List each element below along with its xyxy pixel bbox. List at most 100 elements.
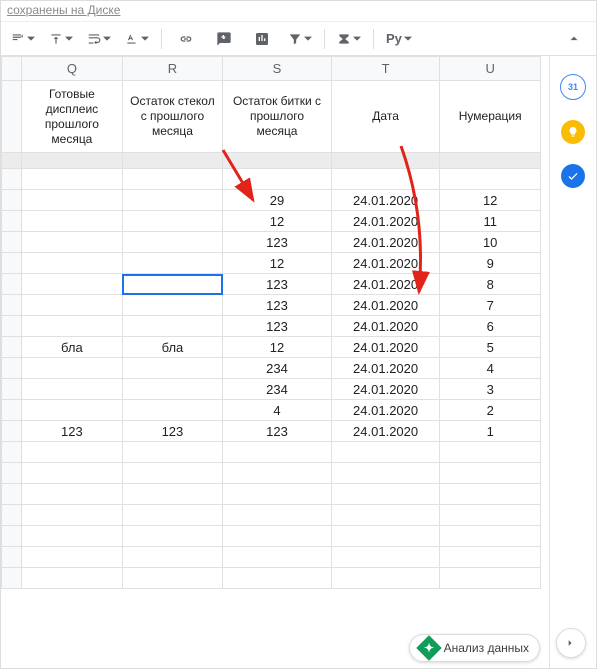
cell[interactable] <box>22 463 123 484</box>
cell-t[interactable]: 24.01.2020 <box>331 358 440 379</box>
keep-icon[interactable] <box>561 120 585 144</box>
cell-s[interactable]: 12 <box>223 253 332 274</box>
save-status[interactable]: сохранены на Диске <box>7 3 120 17</box>
text-wrap-button[interactable] <box>83 26 115 52</box>
row-marker[interactable] <box>2 316 22 337</box>
insert-comment-button[interactable] <box>208 26 240 52</box>
cell-r[interactable] <box>122 253 223 274</box>
cell-t[interactable]: 24.01.2020 <box>331 274 440 295</box>
cell[interactable] <box>331 568 440 589</box>
row-marker[interactable] <box>2 232 22 253</box>
cell-q[interactable] <box>22 358 123 379</box>
cell[interactable] <box>22 484 123 505</box>
cell-s[interactable]: 12 <box>223 211 332 232</box>
cell-s[interactable]: 12 <box>223 337 332 358</box>
col-header-s[interactable]: S <box>223 57 332 81</box>
cell[interactable] <box>331 463 440 484</box>
cell[interactable] <box>223 442 332 463</box>
cell[interactable] <box>331 547 440 568</box>
cell[interactable] <box>440 568 541 589</box>
cell-q[interactable] <box>22 190 123 211</box>
row-marker[interactable] <box>2 169 22 190</box>
cell[interactable] <box>440 442 541 463</box>
row-marker[interactable] <box>2 484 22 505</box>
col-header-u[interactable]: U <box>440 57 541 81</box>
cell[interactable] <box>223 505 332 526</box>
row-marker[interactable] <box>2 337 22 358</box>
row-marker[interactable] <box>2 463 22 484</box>
cell-r[interactable] <box>122 274 223 295</box>
cell-s[interactable]: 123 <box>223 274 332 295</box>
cell-t[interactable]: 24.01.2020 <box>331 316 440 337</box>
cell[interactable] <box>223 568 332 589</box>
row-marker[interactable] <box>2 400 22 421</box>
cell-t[interactable]: 24.01.2020 <box>331 379 440 400</box>
cell-r[interactable] <box>122 169 223 190</box>
cell-t[interactable]: 24.01.2020 <box>331 400 440 421</box>
row-marker[interactable] <box>2 295 22 316</box>
cell-q[interactable] <box>22 295 123 316</box>
cell-u[interactable]: 12 <box>440 190 541 211</box>
cell-u[interactable]: 7 <box>440 295 541 316</box>
text-rotation-button[interactable] <box>121 26 153 52</box>
cell-u[interactable]: 9 <box>440 253 541 274</box>
header-t[interactable]: Дата <box>331 81 440 153</box>
filter-button[interactable] <box>284 26 316 52</box>
cell[interactable] <box>122 463 223 484</box>
cell-u[interactable] <box>440 169 541 190</box>
cell[interactable] <box>22 526 123 547</box>
cell-s[interactable]: 123 <box>223 421 332 442</box>
calendar-icon[interactable]: 31 <box>560 74 586 100</box>
cell-u[interactable]: 11 <box>440 211 541 232</box>
row-marker[interactable] <box>2 211 22 232</box>
cell[interactable] <box>22 442 123 463</box>
row-marker[interactable] <box>2 547 22 568</box>
cell[interactable] <box>440 526 541 547</box>
cell-u[interactable]: 8 <box>440 274 541 295</box>
cell[interactable] <box>22 505 123 526</box>
cell-s[interactable]: 123 <box>223 295 332 316</box>
row-marker[interactable] <box>2 442 22 463</box>
cell[interactable] <box>223 547 332 568</box>
explore-button[interactable]: ✦ Анализ данных <box>409 634 540 662</box>
tasks-icon[interactable] <box>561 164 585 188</box>
header-q[interactable]: Готовые дисплеис прошлого месяца <box>22 81 123 153</box>
cell[interactable] <box>440 463 541 484</box>
cell[interactable] <box>122 505 223 526</box>
cell-s[interactable]: 234 <box>223 379 332 400</box>
row-marker[interactable] <box>2 379 22 400</box>
cell[interactable] <box>331 526 440 547</box>
cell-r[interactable] <box>122 379 223 400</box>
vertical-align-button[interactable] <box>45 26 77 52</box>
cell-r[interactable]: бла <box>122 337 223 358</box>
collapse-toolbar-button[interactable] <box>558 26 590 52</box>
cell-r[interactable] <box>122 232 223 253</box>
cell-q[interactable] <box>22 400 123 421</box>
cell-t[interactable]: 24.01.2020 <box>331 232 440 253</box>
cell-r[interactable] <box>122 400 223 421</box>
cell-t[interactable]: 24.01.2020 <box>331 295 440 316</box>
cell-s[interactable] <box>223 169 332 190</box>
functions-button[interactable] <box>333 26 365 52</box>
row-marker[interactable] <box>2 568 22 589</box>
row-marker[interactable] <box>2 253 22 274</box>
cell-s[interactable]: 4 <box>223 400 332 421</box>
insert-link-button[interactable] <box>170 26 202 52</box>
cell-u[interactable]: 1 <box>440 421 541 442</box>
cell-t[interactable] <box>331 169 440 190</box>
cell[interactable] <box>331 505 440 526</box>
col-header-r[interactable]: R <box>122 57 223 81</box>
cell-u[interactable]: 5 <box>440 337 541 358</box>
cell-s[interactable]: 123 <box>223 232 332 253</box>
side-panel-toggle[interactable] <box>556 628 586 658</box>
cell[interactable] <box>122 442 223 463</box>
cell[interactable] <box>223 463 332 484</box>
cell-t[interactable]: 24.01.2020 <box>331 253 440 274</box>
insert-chart-button[interactable] <box>246 26 278 52</box>
header-s[interactable]: Остаток битки с прошлого месяца <box>223 81 332 153</box>
cell[interactable] <box>331 442 440 463</box>
row-marker[interactable] <box>2 81 22 153</box>
cell[interactable] <box>122 547 223 568</box>
cell-u[interactable]: 2 <box>440 400 541 421</box>
cell-r[interactable] <box>122 211 223 232</box>
